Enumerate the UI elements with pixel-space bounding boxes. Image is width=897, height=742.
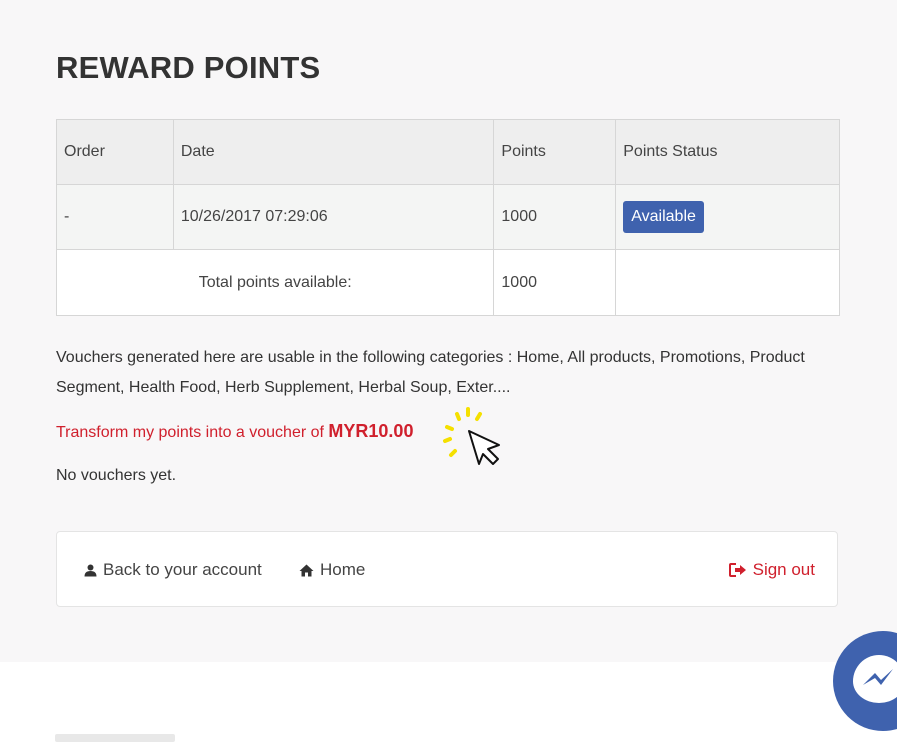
order-cell: -: [56, 184, 174, 250]
sign-out-icon: [728, 563, 746, 577]
date-cell: 10/26/2017 07:29:06: [172, 184, 495, 250]
sign-out-label[interactable]: Sign out: [753, 560, 815, 580]
total-points-label: Total points available:: [55, 249, 495, 316]
back-to-account-link[interactable]: Back to your account: [84, 560, 262, 580]
sign-out-link[interactable]: Sign out: [728, 560, 815, 580]
transform-text[interactable]: Transform my points into a voucher of: [56, 424, 328, 441]
voucher-amount[interactable]: MYR10.00: [328, 421, 413, 441]
table-header-row: Order Date Points Points Status: [56, 119, 840, 185]
column-header-order: Order: [56, 119, 174, 185]
messenger-icon: [853, 655, 897, 703]
home-link[interactable]: Home: [299, 560, 365, 580]
column-header-points: Points: [493, 119, 617, 185]
pointer-cursor-icon: [443, 407, 500, 465]
back-to-account-label[interactable]: Back to your account: [103, 560, 262, 580]
account-footer-nav: Back to your account Home Sign out: [56, 531, 838, 607]
user-icon: [84, 564, 97, 576]
home-label[interactable]: Home: [320, 560, 365, 580]
page-title: REWARD POINTS: [56, 50, 321, 85]
status-cell: Available: [615, 184, 840, 250]
vouchers-description: Vouchers generated here are usable in th…: [56, 349, 805, 396]
column-header-date: Date: [172, 119, 495, 185]
total-row: Total points available: 1000: [55, 249, 840, 316]
status-badge: Available: [623, 201, 704, 233]
transform-points-link[interactable]: Transform my points into a voucher of MY…: [56, 421, 413, 442]
no-vouchers-text: No vouchers yet.: [56, 467, 177, 484]
table-row: - 10/26/2017 07:29:06 1000 Available: [56, 184, 840, 250]
reward-points-table: Order Date Points Points Status - 10/26/…: [55, 119, 840, 316]
total-points-value: 1000: [493, 249, 617, 316]
points-cell: 1000: [493, 184, 617, 250]
column-header-points-status: Points Status: [615, 119, 840, 185]
bottom-page-edge: [55, 734, 175, 742]
home-icon: [299, 564, 314, 576]
total-empty-cell: [615, 249, 840, 316]
reward-points-panel: REWARD POINTS Order Date Points Points S…: [0, 0, 897, 662]
